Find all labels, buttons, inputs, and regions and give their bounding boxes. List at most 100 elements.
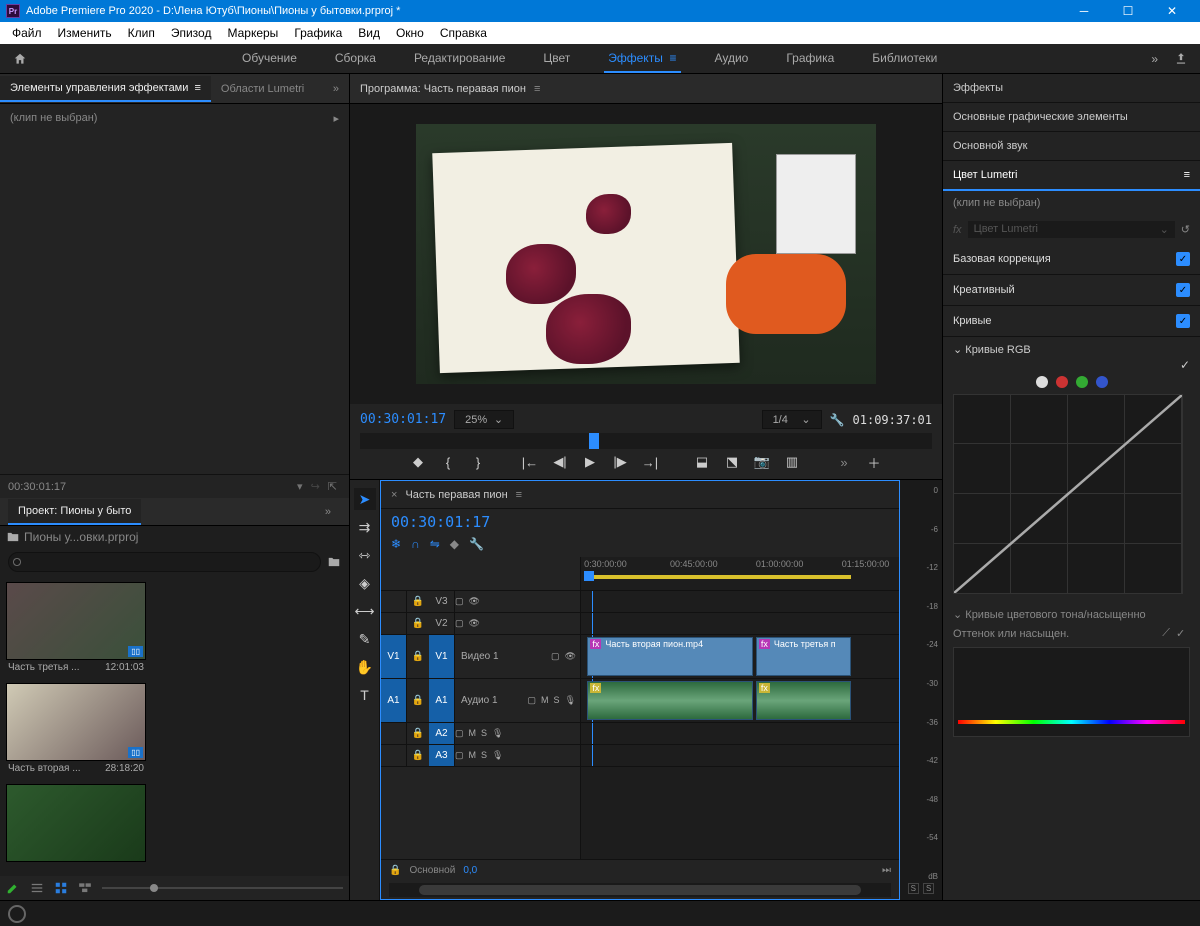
selection-tool[interactable]: ➤ bbox=[354, 488, 376, 510]
menu-sequence[interactable]: Эпизод bbox=[163, 24, 220, 42]
src-patch-a1[interactable]: A1 bbox=[381, 679, 407, 722]
chevron-down-icon[interactable]: ⌄ bbox=[953, 609, 962, 621]
tab-lumetri-scopes[interactable]: Области Lumetri bbox=[211, 77, 314, 101]
step-back-button[interactable]: ◀| bbox=[551, 453, 569, 471]
rgb-curve-editor[interactable] bbox=[953, 394, 1183, 594]
track-target-a1[interactable]: A1 bbox=[429, 679, 455, 722]
freeform-view-icon[interactable] bbox=[78, 881, 92, 895]
program-scrubber[interactable] bbox=[360, 433, 932, 449]
timeline-hscroll[interactable] bbox=[389, 883, 891, 897]
section-creative[interactable]: Креативный✓ bbox=[943, 275, 1200, 306]
pen-tool[interactable]: ✎ bbox=[354, 628, 376, 650]
folder-search-icon[interactable] bbox=[327, 555, 341, 569]
zoom-slider[interactable] bbox=[102, 887, 343, 889]
close-seq-icon[interactable]: × bbox=[391, 489, 397, 501]
skip-icon[interactable]: ⏭ bbox=[882, 865, 891, 876]
step-forward-button[interactable]: |▶ bbox=[611, 453, 629, 471]
lumetri-preset-dropdown[interactable]: Цвет Lumetri⌄ bbox=[968, 221, 1175, 238]
menu-window[interactable]: Окно bbox=[388, 24, 432, 42]
track-target-a3[interactable]: A3 bbox=[429, 745, 455, 766]
timeline-timecode[interactable]: 00:30:01:17 bbox=[391, 513, 490, 531]
audio-clip[interactable]: fx bbox=[756, 681, 851, 720]
workspace-overflow[interactable]: » bbox=[1151, 52, 1158, 66]
video-clip[interactable]: fxЧасть вторая пион.mp4 bbox=[587, 637, 752, 676]
lock-icon[interactable]: 🔒 bbox=[407, 596, 429, 607]
project-overflow[interactable]: » bbox=[315, 506, 341, 518]
reset-icon[interactable]: ↺ bbox=[1181, 223, 1190, 236]
menu-edit[interactable]: Изменить bbox=[50, 24, 120, 42]
section-curves[interactable]: Кривые✓ bbox=[943, 306, 1200, 337]
program-monitor[interactable] bbox=[350, 104, 942, 404]
chevron-down-icon[interactable]: ⌄ bbox=[953, 344, 962, 356]
home-button[interactable] bbox=[0, 52, 40, 66]
lock-icon[interactable]: 🔒 bbox=[407, 750, 429, 761]
workspace-effects[interactable]: Эффекты ≡ bbox=[604, 45, 680, 73]
go-to-out-button[interactable]: →| bbox=[641, 453, 659, 471]
eye-icon[interactable]: 👁 bbox=[469, 618, 480, 629]
snap-icon[interactable]: ❄ bbox=[391, 537, 401, 551]
clip-thumbnail[interactable]: ▯▯ bbox=[6, 683, 146, 761]
panel-menu-icon[interactable]: ≡ bbox=[534, 83, 540, 95]
src-patch-v1[interactable]: V1 bbox=[381, 635, 407, 678]
button-editor[interactable]: ＋ bbox=[865, 453, 883, 471]
settings-icon[interactable]: 🔧 bbox=[830, 413, 845, 427]
tab-effects-panel[interactable]: Эффекты bbox=[943, 74, 1200, 103]
play-button[interactable]: ▶ bbox=[581, 453, 599, 471]
mic-icon[interactable]: 🎙 bbox=[492, 750, 503, 761]
marker-tool-icon[interactable]: ◆ bbox=[450, 537, 459, 551]
workspace-graphics[interactable]: Графика bbox=[782, 45, 838, 73]
list-view-icon[interactable] bbox=[30, 881, 44, 895]
clip-thumbnail[interactable]: ▯▯ bbox=[6, 582, 146, 660]
curve-red-dot[interactable] bbox=[1056, 376, 1068, 388]
lock-icon[interactable]: 🔒 bbox=[407, 618, 429, 629]
eyedropper-icon[interactable]: ⟋ bbox=[1162, 627, 1170, 641]
solo-right[interactable]: S bbox=[923, 883, 934, 894]
track-target-v1[interactable]: V1 bbox=[429, 635, 455, 678]
checkbox-icon[interactable]: ✓ bbox=[1176, 252, 1190, 266]
track-target-a2[interactable]: A2 bbox=[429, 723, 455, 744]
icon-view-icon[interactable] bbox=[54, 881, 68, 895]
tab-lumetri-color[interactable]: Цвет Lumetri≡ bbox=[943, 161, 1200, 191]
tab-essential-sound[interactable]: Основной звук bbox=[943, 132, 1200, 161]
checkbox-icon[interactable]: ✓ bbox=[1176, 314, 1190, 328]
lock-icon[interactable]: 🔒 bbox=[407, 651, 429, 662]
curve-luma-dot[interactable] bbox=[1036, 376, 1048, 388]
linked-selection-icon[interactable]: ⇋ bbox=[430, 537, 440, 551]
clip-thumbnail[interactable] bbox=[6, 784, 146, 862]
eye-icon[interactable]: 👁 bbox=[565, 651, 576, 662]
hand-tool[interactable]: ✋ bbox=[354, 656, 376, 678]
menu-view[interactable]: Вид bbox=[350, 24, 388, 42]
workspace-assembly[interactable]: Сборка bbox=[331, 45, 380, 73]
bin-item[interactable]: ▯▯ Часть вторая ...28:18:20 bbox=[6, 683, 343, 776]
close-button[interactable]: ✕ bbox=[1150, 0, 1194, 22]
bin-item[interactable] bbox=[6, 784, 343, 862]
share-icon[interactable]: ⇱ bbox=[328, 480, 337, 493]
sequence-name[interactable]: Часть перавая пион bbox=[405, 489, 507, 501]
in-point-button[interactable]: { bbox=[439, 453, 457, 471]
magnet-icon[interactable]: ∩ bbox=[411, 537, 420, 551]
curve-green-dot[interactable] bbox=[1076, 376, 1088, 388]
maximize-button[interactable]: ☐ bbox=[1106, 0, 1150, 22]
workspace-editing[interactable]: Редактирование bbox=[410, 45, 509, 73]
mic-icon[interactable]: 🎙 bbox=[565, 695, 576, 706]
new-item-icon[interactable]: ↪ bbox=[311, 480, 320, 493]
toggle-output-icon[interactable]: ▢ bbox=[455, 596, 464, 607]
panel-menu-icon[interactable]: ≡ bbox=[516, 489, 522, 501]
workspace-color[interactable]: Цвет bbox=[539, 45, 574, 73]
workspace-learning[interactable]: Обучение bbox=[238, 45, 301, 73]
tab-project[interactable]: Проект: Пионы у быто bbox=[8, 499, 141, 525]
track-target-v2[interactable]: V2 bbox=[429, 613, 455, 634]
menu-graphics[interactable]: Графика bbox=[286, 24, 350, 42]
menu-file[interactable]: Файл bbox=[4, 24, 50, 42]
lift-button[interactable]: ⬓ bbox=[693, 453, 711, 471]
hue-sat-editor[interactable] bbox=[953, 647, 1190, 737]
track-target-v3[interactable]: V3 bbox=[429, 591, 455, 612]
out-point-button[interactable]: } bbox=[469, 453, 487, 471]
comparison-button[interactable]: ▥ bbox=[783, 453, 801, 471]
master-gain[interactable]: 0,0 bbox=[463, 865, 477, 876]
menu-help[interactable]: Справка bbox=[432, 24, 495, 42]
tab-effect-controls[interactable]: Элементы управления эффектами ≡ bbox=[0, 76, 211, 102]
timeline-ruler[interactable]: 0:30:00:00 00:45:00:00 01:00:00:00 01:15… bbox=[581, 557, 899, 591]
project-search-input[interactable] bbox=[8, 552, 321, 572]
video-clip[interactable]: fxЧасть третья п bbox=[756, 637, 851, 676]
